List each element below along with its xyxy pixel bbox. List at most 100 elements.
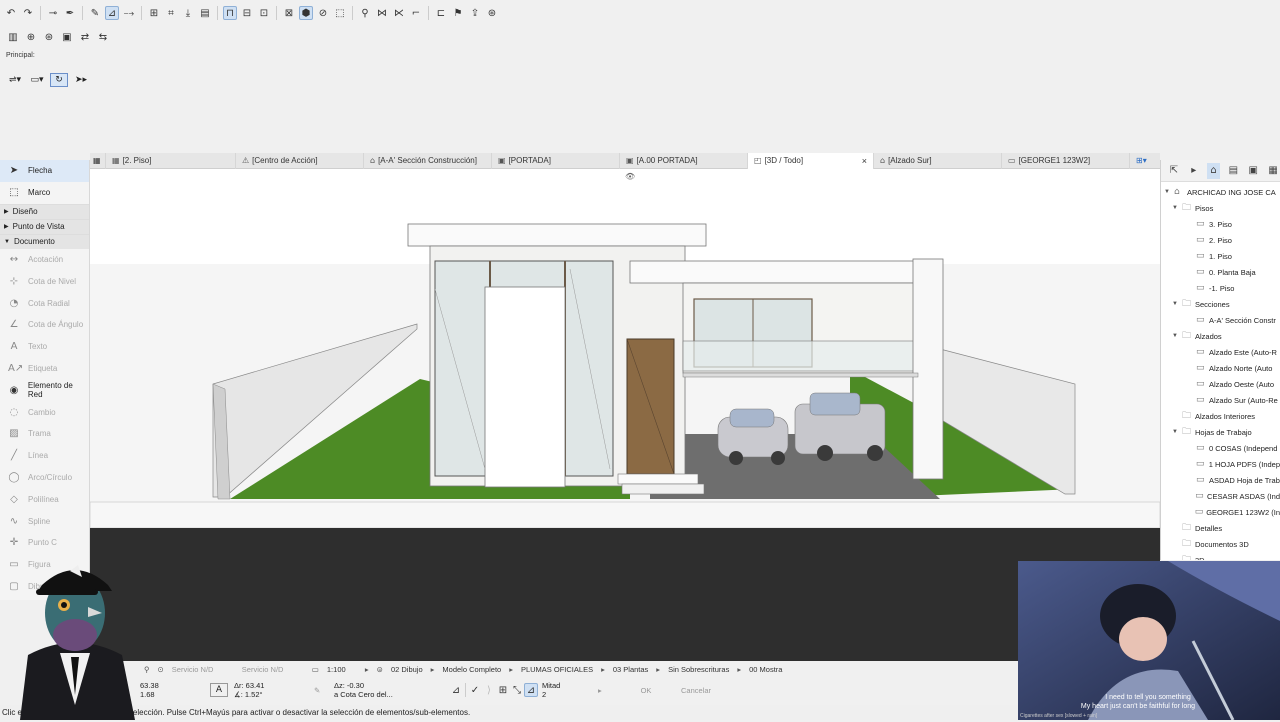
tool-spline[interactable]: ∿ Spline bbox=[0, 510, 89, 532]
override-combo[interactable]: Sin Sobrescrituras bbox=[664, 665, 733, 674]
settings-icon[interactable]: ⊕ bbox=[24, 30, 38, 44]
tab-7[interactable]: ⌂ [Alzado Sur] bbox=[874, 152, 1002, 169]
tree-item-elevation[interactable]: ▭ Alzado Oeste (Auto bbox=[1161, 376, 1280, 392]
tab-list-menu-icon[interactable]: ⊞▾ bbox=[1130, 153, 1153, 169]
special-snap-icon[interactable]: ⊿ bbox=[524, 683, 538, 697]
tree-item-story[interactable]: ▭ 1. Piso bbox=[1161, 248, 1280, 264]
element-transfer-icon[interactable]: ⇄ bbox=[78, 30, 92, 44]
ruler-icon[interactable]: ⌗ bbox=[164, 6, 178, 20]
cancel-button[interactable]: Cancelar bbox=[666, 686, 726, 695]
caret-right-icon[interactable]: ▸ bbox=[505, 665, 517, 674]
tree-root[interactable]: ▼ ⌂ ARCHICAD ING JOSE CA bbox=[1161, 184, 1280, 200]
navigator-menu-icon[interactable]: ⇱ bbox=[1167, 163, 1181, 179]
wall-tool-icon[interactable]: ▥ bbox=[6, 30, 20, 44]
renovation-filter[interactable]: Servicio N/D bbox=[168, 665, 238, 674]
relative-icon[interactable]: ⟩ bbox=[482, 683, 496, 697]
tool-marquee[interactable]: ⬚ Marco bbox=[0, 182, 89, 204]
trace-icon[interactable]: ⊡ bbox=[257, 6, 271, 20]
geometry-method-rotated[interactable]: ↻ bbox=[50, 73, 68, 87]
marquee-icon[interactable]: ⬚ bbox=[333, 6, 347, 20]
tab-4[interactable]: ▣ [PORTADA] bbox=[492, 152, 620, 169]
tree-folder-detalles[interactable]: 🗀 Detalles bbox=[1161, 520, 1280, 536]
caret-right-icon[interactable]: ▸ bbox=[652, 665, 664, 674]
caret-right-icon[interactable]: ▸ bbox=[733, 665, 745, 674]
tool-line[interactable]: ╱ Línea bbox=[0, 445, 89, 467]
3d-view-mode-icon[interactable]: ⬢ bbox=[299, 6, 313, 20]
split-icon[interactable]: ⋈ bbox=[375, 6, 389, 20]
angle-lock-icon[interactable]: A bbox=[210, 683, 228, 697]
tool-angle-dimension[interactable]: ∠ Cota de Ángulo bbox=[0, 314, 89, 336]
layout-icon[interactable]: ▣ bbox=[60, 30, 74, 44]
magic-wand-icon[interactable]: ⚲ bbox=[358, 6, 372, 20]
snap-point-icon[interactable]: ⊞ bbox=[496, 683, 510, 697]
zoom-icon[interactable]: ⊙ bbox=[154, 665, 168, 674]
renovation-filter-2[interactable]: Servicio N/D bbox=[238, 665, 308, 674]
tab-8[interactable]: ▭ [GEORGE1 123W2] bbox=[1002, 152, 1130, 169]
tree-item-elevation[interactable]: ▭ Alzado Sur (Auto-Re bbox=[1161, 392, 1280, 408]
tool-change[interactable]: ◌ Cambio bbox=[0, 401, 89, 423]
publisher-sets-icon[interactable]: ▦ bbox=[1266, 163, 1280, 179]
tree-item-story[interactable]: ▭ 0. Planta Baja bbox=[1161, 264, 1280, 280]
tree-folder-hojas[interactable]: ▼ 🗀 Hojas de Trabajo bbox=[1161, 424, 1280, 440]
model-view-options[interactable]: Modelo Completo bbox=[438, 665, 505, 674]
grid-snap-icon[interactable]: ⊞ bbox=[147, 6, 161, 20]
caret-down-icon[interactable]: ▼ bbox=[1163, 189, 1171, 195]
tree-folder-secciones[interactable]: ▼ 🗀 Secciones bbox=[1161, 296, 1280, 312]
guide-icon[interactable]: ⤡ bbox=[510, 683, 524, 697]
teamwork-icon[interactable]: ⊛ bbox=[485, 6, 499, 20]
lock-icon[interactable]: ⊓ bbox=[223, 6, 237, 20]
tree-item-worksheet[interactable]: ▭ ASDAD Hoja de Trab bbox=[1161, 472, 1280, 488]
adjust-icon[interactable]: ⋉ bbox=[392, 6, 406, 20]
pen-set[interactable]: PLUMAS OFICIALES bbox=[517, 665, 597, 674]
tree-item-elevation[interactable]: ▭ Alzado Norte (Auto bbox=[1161, 360, 1280, 376]
tree-folder-documentos-3d[interactable]: 🗀 Documentos 3D bbox=[1161, 536, 1280, 552]
layer-icon[interactable]: ▤ bbox=[198, 6, 212, 20]
guide-lines-icon[interactable]: ⤍ bbox=[122, 6, 136, 20]
toolbox-section-punto-de-vista[interactable]: ▶ Punto de Vista bbox=[0, 218, 89, 234]
intersect-icon[interactable]: ⌐ bbox=[409, 6, 423, 20]
tree-item-story[interactable]: ▭ 3. Piso bbox=[1161, 216, 1280, 232]
scale-icon[interactable]: ▭ bbox=[308, 665, 323, 674]
renovation-icon[interactable]: ⊠ bbox=[282, 6, 296, 20]
geometry-method-chain[interactable]: ▭▾ bbox=[28, 73, 46, 87]
tree-item-worksheet[interactable]: ▭ CESASR ASDAS (Ind bbox=[1161, 488, 1280, 504]
caret-down-icon[interactable]: ▼ bbox=[1171, 301, 1179, 307]
eyedropper-icon[interactable]: ✎ bbox=[88, 6, 102, 20]
tree-item-story[interactable]: ▭ 2. Piso bbox=[1161, 232, 1280, 248]
pick-up-icon[interactable]: ⊸ bbox=[46, 6, 60, 20]
scale-select[interactable]: 1:100 bbox=[323, 665, 361, 674]
toolbox-section-diseno[interactable]: ▶ Diseño bbox=[0, 203, 89, 219]
caret-right-icon[interactable]: ▸ bbox=[1187, 163, 1201, 179]
tool-polyline[interactable]: ◇ Polilínea bbox=[0, 488, 89, 510]
suspend-groups-icon[interactable]: ⊟ bbox=[240, 6, 254, 20]
reference-level[interactable]: a Cota Cero del... bbox=[334, 690, 449, 699]
tool-label[interactable]: A↗ Etiqueta bbox=[0, 358, 89, 380]
caret-right-icon[interactable]: ▸ bbox=[427, 665, 439, 674]
tab-1[interactable]: ▦ [2. Piso] bbox=[106, 152, 236, 169]
tree-folder-pisos[interactable]: ▼ 🗀 Pisos bbox=[1161, 200, 1280, 216]
view-map-icon[interactable]: ▤ bbox=[1226, 163, 1240, 179]
project-map-icon[interactable]: ⌂ bbox=[1206, 162, 1221, 179]
tab-5[interactable]: ▣ [A.00 PORTADA] bbox=[620, 152, 748, 169]
tree-item-worksheet[interactable]: ▭ GEORGE1 123W2 (In bbox=[1161, 504, 1280, 520]
caret-down-icon[interactable]: ▼ bbox=[1171, 333, 1179, 339]
ruler-icon[interactable]: ⊿ bbox=[449, 683, 463, 697]
tab-6[interactable]: ◰ [3D / Todo] × bbox=[748, 152, 874, 169]
gravity-icon[interactable]: ⤓ bbox=[181, 6, 195, 20]
tool-dimension[interactable]: ↔ Acotación bbox=[0, 249, 89, 271]
tool-radial-dimension[interactable]: ◔ Cota Radial bbox=[0, 292, 89, 314]
geometry-method-single[interactable]: ⇌▾ bbox=[6, 73, 24, 87]
tab-2[interactable]: ⚠ [Centro de Acción] bbox=[236, 152, 364, 169]
publish-icon[interactable]: ⇪ bbox=[468, 6, 482, 20]
graphic-override[interactable]: 03 Plantas bbox=[609, 665, 652, 674]
layer-combination[interactable]: 02 Dibujo bbox=[387, 665, 427, 674]
ok-button[interactable]: OK bbox=[626, 686, 666, 695]
tree-item-section[interactable]: ▭ A-A' Sección Constr bbox=[1161, 312, 1280, 328]
tool-arrow[interactable]: ➤ Flecha bbox=[0, 160, 89, 182]
display-option[interactable]: 00 Mostra bbox=[745, 665, 786, 674]
tab-overview-icon[interactable]: ▦ bbox=[90, 152, 106, 169]
tool-arc[interactable]: ◯ Arco/Círculo bbox=[0, 467, 89, 489]
tree-item-worksheet[interactable]: ▭ 1 HOJA PDFS (Indep bbox=[1161, 456, 1280, 472]
snap-guides-icon[interactable]: ⊿ bbox=[105, 6, 119, 20]
tree-folder-alzados-interiores[interactable]: 🗀 Alzados Interiores bbox=[1161, 408, 1280, 424]
